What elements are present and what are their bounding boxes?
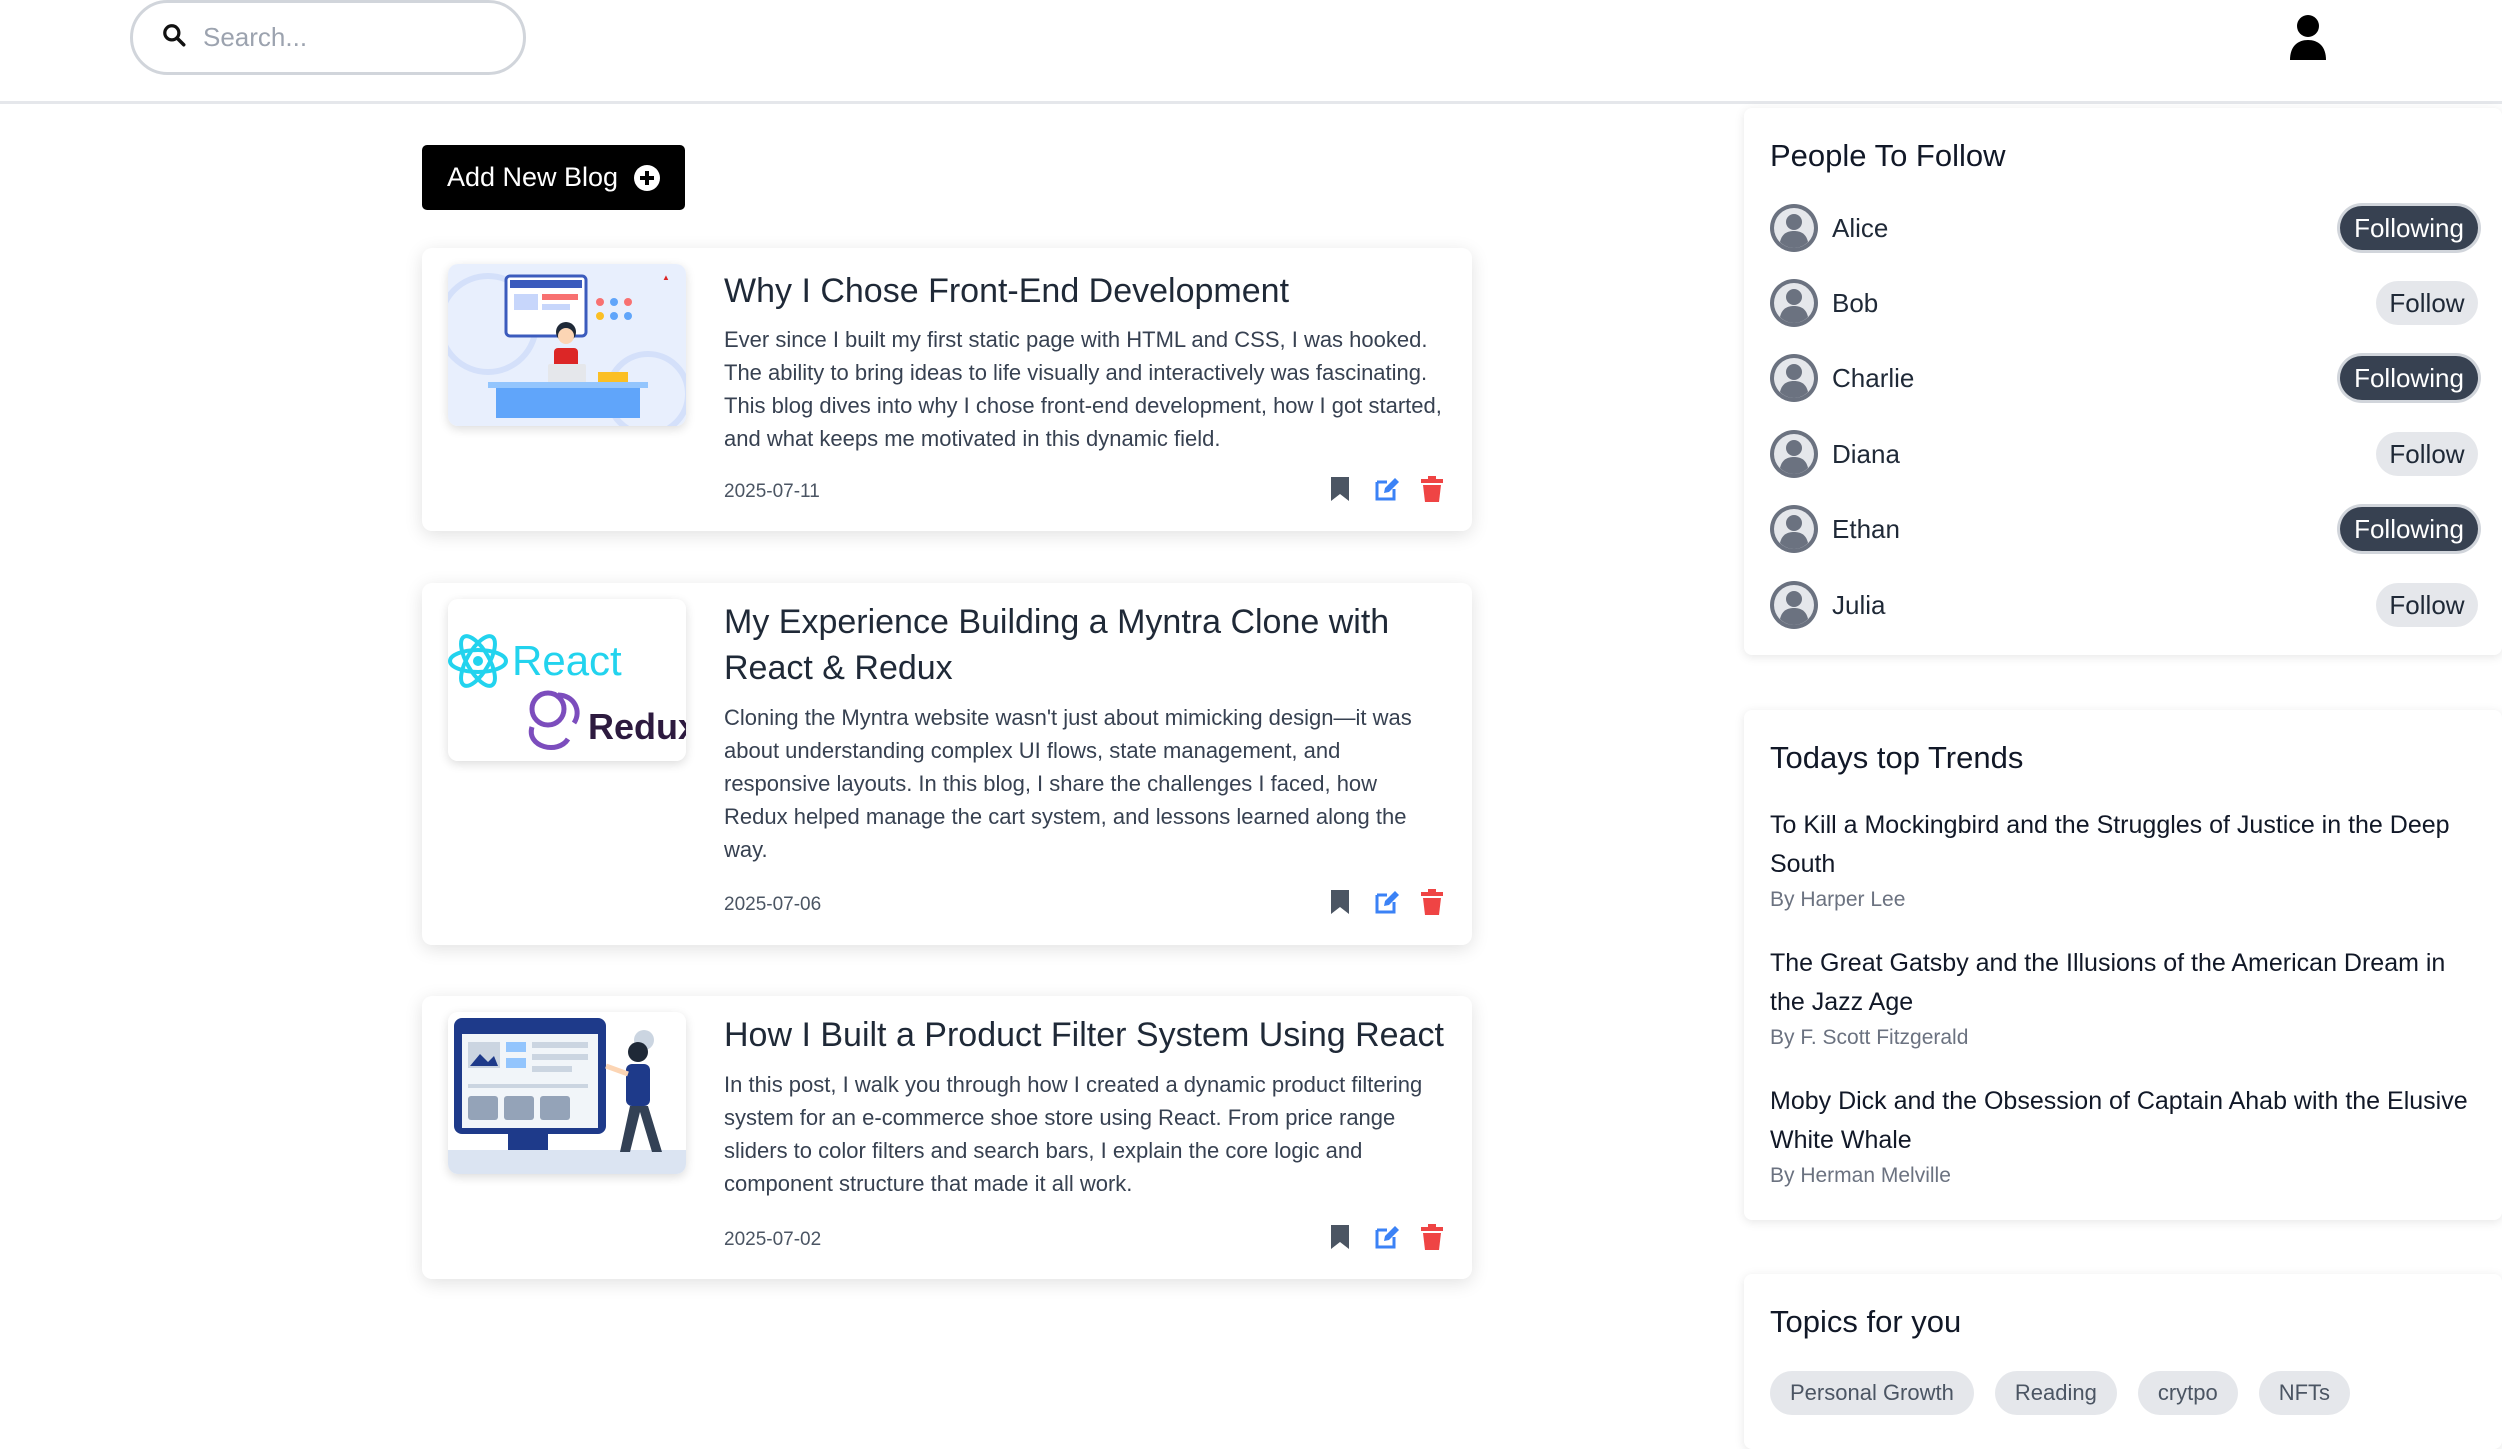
person-name[interactable]: Ethan <box>1832 514 1900 545</box>
topics-title: Topics for you <box>1770 1304 1962 1339</box>
post-date: 2025-07-06 <box>724 894 822 915</box>
trend-item[interactable]: The Great Gatsby and the Illusions of th… <box>1770 944 2470 1050</box>
redux-logo-text: Redux <box>588 706 686 747</box>
following-button[interactable]: Following <box>2340 507 2478 551</box>
avatar-icon <box>1770 204 1818 252</box>
person-name[interactable]: Bob <box>1832 288 1878 319</box>
trash-icon[interactable] <box>1420 1224 1444 1250</box>
trend-item[interactable]: Moby Dick and the Obsession of Captain A… <box>1770 1082 2470 1188</box>
bookmark-icon[interactable] <box>1328 889 1352 915</box>
following-button[interactable]: Following <box>2340 356 2478 400</box>
bookmark-icon[interactable] <box>1328 1224 1352 1250</box>
post-thumbnail-web-design <box>448 1012 686 1174</box>
topics-panel: Topics for you Personal Growth Reading c… <box>1744 1274 2502 1449</box>
trend-author: By F. Scott Fitzgerald <box>1770 1026 1969 1049</box>
topic-chip[interactable]: Personal Growth <box>1770 1371 1974 1415</box>
person-name[interactable]: Alice <box>1832 213 1888 244</box>
trash-icon[interactable] <box>1420 476 1444 502</box>
post-excerpt: Cloning the Myntra website wasn't just a… <box>724 705 1412 862</box>
blog-card[interactable]: ▲ Why I Chose Front-End Development Ever… <box>422 248 1472 531</box>
post-actions <box>1328 889 1444 915</box>
person-row: Ethan Following <box>1770 504 2478 554</box>
person-name[interactable]: Diana <box>1832 439 1900 470</box>
post-actions <box>1328 476 1444 502</box>
top-trends-panel: Todays top Trends To Kill a Mockingbird … <box>1744 710 2502 1220</box>
react-logo-text: React <box>512 637 622 684</box>
avatar-icon <box>1770 354 1818 402</box>
people-to-follow-panel: People To Follow Alice Following Bob Fol… <box>1744 108 2502 655</box>
blog-card[interactable]: How I Built a Product Filter System Usin… <box>422 996 1472 1279</box>
topic-chip[interactable]: crytpo <box>2137 1371 2238 1415</box>
edit-icon[interactable] <box>1374 1224 1399 1250</box>
post-title[interactable]: Why I Chose Front-End Development <box>724 268 1444 314</box>
post-thumbnail-react-redux: React Redux <box>448 599 686 761</box>
avatar-icon <box>1770 505 1818 553</box>
blog-card[interactable]: React Redux My Experience Building a Myn… <box>422 583 1472 945</box>
post-excerpt: In this post, I walk you through how I c… <box>724 1072 1423 1196</box>
trend-author: By Herman Melville <box>1770 1164 1951 1187</box>
trend-title[interactable]: Moby Dick and the Obsession of Captain A… <box>1770 1082 2470 1160</box>
search-box[interactable] <box>130 0 526 75</box>
post-date: 2025-07-11 <box>724 481 820 502</box>
svg-text:▲: ▲ <box>662 273 670 282</box>
avatar-icon <box>1770 430 1818 478</box>
follow-button[interactable]: Follow <box>2376 583 2478 627</box>
trend-author: By Harper Lee <box>1770 888 1906 911</box>
following-button[interactable]: Following <box>2340 206 2478 250</box>
topics-list: Personal Growth Reading crytpo NFTs <box>1770 1371 2351 1415</box>
people-to-follow-title: People To Follow <box>1770 138 2006 173</box>
edit-icon[interactable] <box>1374 476 1399 502</box>
user-icon[interactable] <box>2288 14 2328 60</box>
topic-chip[interactable]: Reading <box>1994 1371 2117 1415</box>
post-thumbnail-developer: ▲ <box>448 264 686 426</box>
post-date: 2025-07-02 <box>724 1229 822 1250</box>
top-bar <box>0 0 2502 104</box>
trend-title[interactable]: The Great Gatsby and the Illusions of th… <box>1770 944 2470 1022</box>
topic-chip[interactable]: NFTs <box>2258 1371 2351 1415</box>
follow-button[interactable]: Follow <box>2376 281 2478 325</box>
trash-icon[interactable] <box>1420 889 1444 915</box>
person-row: Bob Follow <box>1770 278 2478 328</box>
add-new-blog-button[interactable]: Add New Blog <box>422 145 685 210</box>
follow-button[interactable]: Follow <box>2376 432 2478 476</box>
avatar-icon <box>1770 581 1818 629</box>
person-name[interactable]: Charlie <box>1832 363 1914 394</box>
search-input[interactable] <box>203 22 503 53</box>
edit-icon[interactable] <box>1374 889 1399 915</box>
person-row: Julia Follow <box>1770 580 2478 630</box>
trend-title[interactable]: To Kill a Mockingbird and the Struggles … <box>1770 806 2470 884</box>
person-row: Alice Following <box>1770 203 2478 253</box>
search-icon <box>161 22 187 53</box>
person-row: Diana Follow <box>1770 429 2478 479</box>
post-actions <box>1328 1224 1444 1250</box>
post-excerpt: Ever since I built my first static page … <box>724 327 1442 451</box>
plus-circle-icon <box>634 164 661 191</box>
avatar-icon <box>1770 279 1818 327</box>
person-row: Charlie Following <box>1770 353 2478 403</box>
post-title[interactable]: How I Built a Product Filter System Usin… <box>724 1012 1444 1058</box>
add-new-blog-label: Add New Blog <box>446 162 619 192</box>
post-title[interactable]: My Experience Building a Myntra Clone wi… <box>724 599 1444 691</box>
top-trends-title: Todays top Trends <box>1770 740 2024 775</box>
bookmark-icon[interactable] <box>1328 476 1352 502</box>
trend-item[interactable]: To Kill a Mockingbird and the Struggles … <box>1770 806 2470 912</box>
person-name[interactable]: Julia <box>1832 590 1885 621</box>
